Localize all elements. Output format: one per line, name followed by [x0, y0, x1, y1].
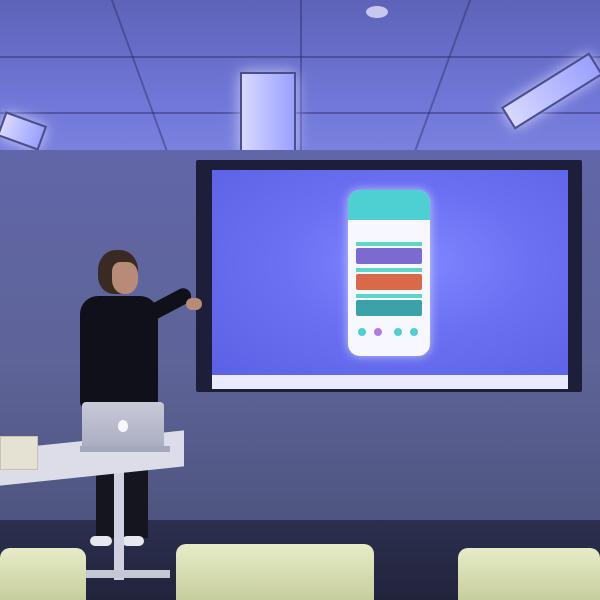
- table-foot: [80, 570, 170, 578]
- chair-back: [458, 548, 600, 600]
- presenter-shoe: [90, 536, 112, 546]
- phone-nav-dot: [394, 328, 402, 336]
- ceiling-light: [240, 72, 296, 154]
- presenter-hand: [186, 298, 202, 310]
- phone-list-item: [356, 300, 422, 316]
- phone-list-label: [356, 268, 422, 272]
- phone-list-label: [356, 242, 422, 246]
- chair-back: [0, 548, 86, 600]
- phone-nav-dot: [410, 328, 418, 336]
- phone-nav-dot: [374, 328, 382, 336]
- projection-screen-bottom-edge: [212, 375, 568, 389]
- phone-nav-dot: [358, 328, 366, 336]
- presenter-face: [112, 262, 138, 294]
- books-stack: [0, 436, 38, 470]
- phone-list-item: [356, 248, 422, 264]
- apple-logo-icon: [118, 420, 128, 432]
- ceiling: [0, 0, 600, 160]
- ceiling-grid-line: [410, 0, 472, 160]
- laptop-base: [80, 446, 170, 452]
- ceiling-grid-line: [110, 0, 172, 160]
- ceiling-grid-line: [300, 0, 302, 160]
- phone-list-label: [356, 294, 422, 298]
- ceiling-sensor: [366, 6, 388, 18]
- phone-header-bar: [348, 190, 430, 220]
- presenter-shoe: [122, 536, 144, 546]
- chair-back: [176, 544, 374, 600]
- projected-phone-mockup: [348, 190, 430, 356]
- phone-list-item: [356, 274, 422, 290]
- table-leg: [114, 470, 124, 580]
